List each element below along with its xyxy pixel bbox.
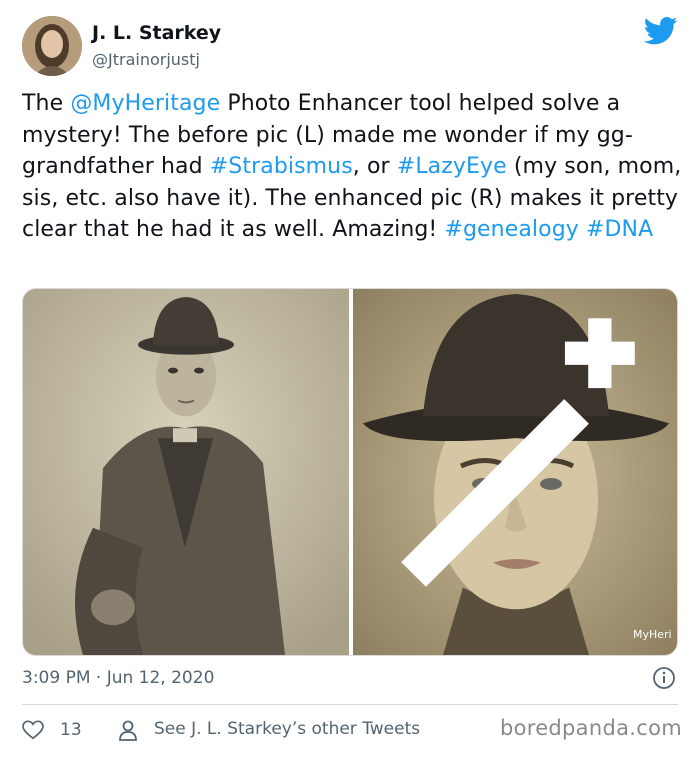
- enhanced-photo[interactable]: MyHeri: [353, 289, 677, 655]
- hashtag-link[interactable]: #Strabismus: [210, 154, 353, 179]
- tweet-text-segment: The: [22, 91, 71, 116]
- info-icon[interactable]: [652, 666, 676, 690]
- hashtag-link[interactable]: #genealogy: [444, 217, 578, 242]
- twitter-bird-icon[interactable]: [644, 16, 678, 46]
- see-other-tweets-link[interactable]: See J. L. Starkey’s other Tweets: [154, 719, 420, 739]
- tweet-text-segment: , or: [352, 154, 397, 179]
- boredpanda-brand: boredpanda.com: [499, 716, 682, 740]
- tweet-timestamp[interactable]: 3:09 PM · Jun 12, 2020: [22, 668, 214, 688]
- like-count: 13: [60, 720, 82, 740]
- hashtag-link[interactable]: #DNA: [586, 217, 653, 242]
- myheritage-watermark: MyHeri: [633, 628, 672, 641]
- tweet-text-segment: [579, 217, 586, 242]
- tweet-actions: 13 See J. L. Starkey’s other Tweets bore…: [22, 716, 692, 746]
- mention-link[interactable]: @MyHeritage: [70, 91, 220, 116]
- magic-wand-icon: [401, 318, 635, 587]
- tweet-media[interactable]: MyHeri: [22, 288, 678, 656]
- before-photo[interactable]: [23, 289, 349, 655]
- user-display-name[interactable]: J. L. Starkey: [92, 22, 221, 44]
- heart-icon[interactable]: [22, 720, 44, 740]
- tweet-body: The @MyHeritage Photo Enhancer tool help…: [22, 88, 682, 246]
- divider: [22, 704, 678, 705]
- hashtag-link[interactable]: #LazyEye: [397, 154, 507, 179]
- tweet-meta: 3:09 PM · Jun 12, 2020: [22, 666, 678, 694]
- user-avatar[interactable]: [22, 16, 82, 76]
- user-handle[interactable]: @Jtrainorjustj: [92, 50, 200, 69]
- person-icon: [119, 720, 137, 741]
- tweet-header: J. L. Starkey @Jtrainorjustj: [22, 14, 678, 78]
